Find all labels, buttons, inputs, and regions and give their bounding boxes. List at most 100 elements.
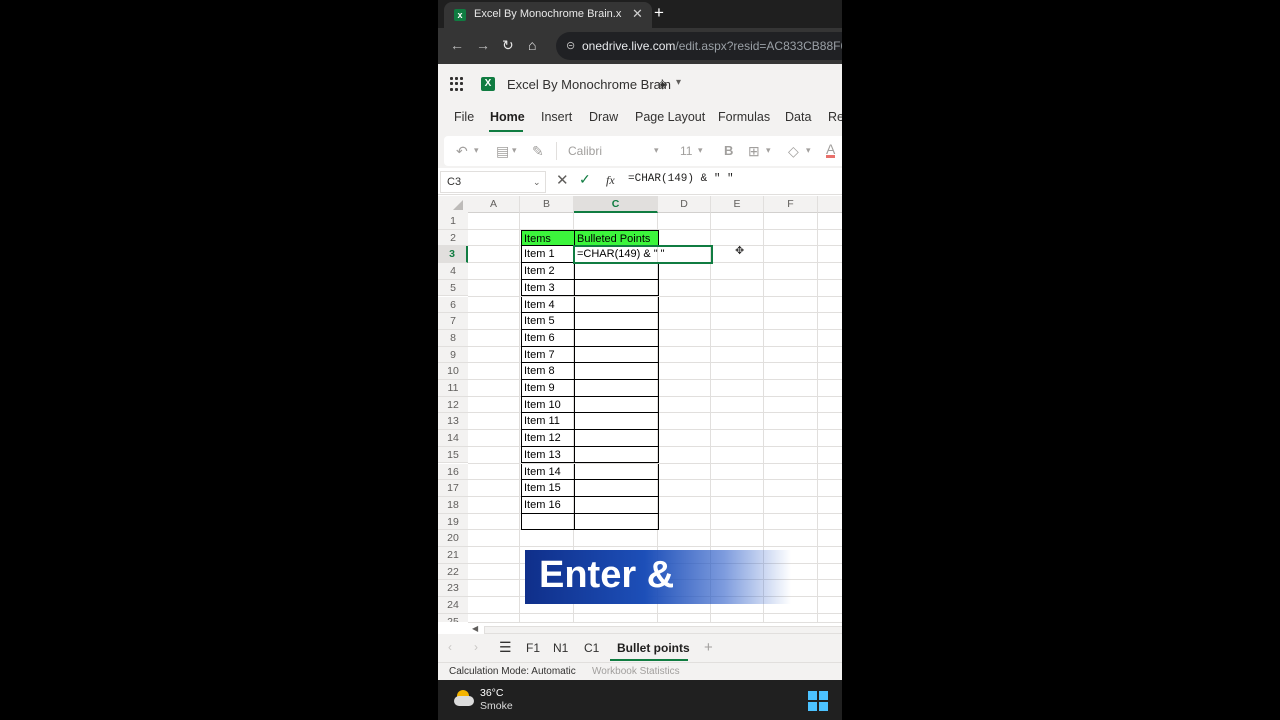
sheet-tab-n1[interactable]: N1 — [553, 641, 568, 655]
cancel-entry-icon[interactable]: ✕ — [556, 171, 569, 189]
new-tab-button[interactable]: + — [654, 3, 664, 23]
cell-c17[interactable] — [574, 480, 659, 497]
cell-c5[interactable] — [574, 279, 659, 297]
tab-review[interactable]: Re — [828, 110, 842, 124]
cell-c16[interactable] — [574, 463, 659, 481]
sheet-tab-bullet-points[interactable]: Bullet points — [617, 641, 690, 655]
column-header-c[interactable]: C — [574, 196, 658, 213]
cell-b8[interactable]: Item 6 — [521, 329, 575, 347]
close-tab-icon[interactable]: ✕ — [632, 6, 643, 22]
row-header-20[interactable]: 20 — [438, 530, 468, 547]
confirm-entry-icon[interactable]: ✓ — [579, 171, 591, 188]
tab-formulas[interactable]: Formulas — [718, 110, 770, 124]
cell-c6[interactable] — [574, 296, 659, 314]
cell-b10[interactable]: Item 8 — [521, 363, 575, 380]
bold-button[interactable]: B — [724, 143, 733, 158]
borders-chevron-icon[interactable]: ▾ — [766, 145, 771, 156]
font-color-icon[interactable]: A — [826, 142, 836, 158]
cell-b19[interactable] — [521, 513, 575, 531]
row-header-12[interactable]: 12 — [438, 396, 468, 414]
row-header-13[interactable]: 13 — [438, 413, 468, 431]
back-icon[interactable]: ← — [450, 37, 464, 53]
all-sheets-menu-icon[interactable]: ☰ — [499, 639, 512, 656]
borders-icon[interactable]: ⊞ — [748, 143, 760, 160]
cell-c14[interactable] — [574, 430, 659, 447]
sheet-tab-c1[interactable]: C1 — [584, 641, 599, 655]
cell-b14[interactable]: Item 12 — [521, 430, 575, 447]
cell-c18[interactable] — [574, 496, 659, 514]
tab-insert[interactable]: Insert — [541, 110, 572, 124]
row-header-8[interactable]: 8 — [438, 329, 468, 347]
insert-function-icon[interactable]: fx — [606, 173, 615, 188]
name-box[interactable]: C3 ⌄ — [440, 171, 546, 193]
column-header-d[interactable]: D — [658, 196, 711, 213]
cell-b17[interactable]: Item 15 — [521, 480, 575, 497]
row-header-3[interactable]: 3 — [438, 246, 468, 264]
row-header-5[interactable]: 5 — [438, 279, 468, 297]
cell-c9[interactable] — [574, 346, 659, 364]
cell-c13[interactable] — [574, 413, 659, 431]
cell-b5[interactable]: Item 3 — [521, 279, 575, 297]
cell-c2-header[interactable]: Bulleted Points — [574, 229, 659, 247]
tab-data[interactable]: Data — [785, 110, 811, 124]
font-size-chevron-icon[interactable]: ▾ — [698, 145, 703, 156]
undo-chevron-icon[interactable]: ▾ — [474, 145, 479, 156]
sheet-prev-icon[interactable]: ‹ — [448, 640, 452, 654]
cell-b9[interactable]: Item 7 — [521, 346, 575, 364]
name-box-chevron-icon[interactable]: ⌄ — [533, 177, 541, 188]
tab-home[interactable]: Home — [490, 110, 525, 124]
row-header-4[interactable]: 4 — [438, 263, 468, 280]
cell-c19[interactable] — [574, 513, 659, 531]
weather-condition[interactable]: Smoke — [480, 700, 513, 712]
site-info-icon[interactable]: ⊝ — [566, 39, 575, 52]
sheet-next-icon[interactable]: › — [474, 640, 478, 654]
column-header-b[interactable]: B — [520, 196, 574, 213]
cell-b12[interactable]: Item 10 — [521, 396, 575, 414]
scrollbar-thumb[interactable] — [484, 626, 842, 634]
cell-c10[interactable] — [574, 363, 659, 380]
row-header-7[interactable]: 7 — [438, 313, 468, 330]
weather-temperature[interactable]: 36°C — [480, 687, 503, 699]
sync-status-icon[interactable]: ◈ — [658, 77, 667, 91]
url-input[interactable]: ⊝ onedrive.live.com/edit.aspx?resid=AC83… — [556, 32, 842, 60]
browser-tab[interactable]: x Excel By Monochrome Brain.xlsx ✕ — [444, 2, 652, 28]
app-launcher-icon[interactable] — [450, 77, 464, 91]
cell-b6[interactable]: Item 4 — [521, 296, 575, 314]
cell-c12[interactable] — [574, 396, 659, 414]
cell-b13[interactable]: Item 11 — [521, 413, 575, 431]
fill-color-icon[interactable]: ◇ — [788, 143, 799, 160]
column-header-partial[interactable] — [818, 196, 842, 213]
row-header-15[interactable]: 15 — [438, 446, 468, 464]
add-sheet-button[interactable]: + — [704, 639, 713, 656]
cell-c15[interactable] — [574, 446, 659, 464]
cell-c8[interactable] — [574, 329, 659, 347]
row-header-23[interactable]: 23 — [438, 580, 468, 598]
format-painter-icon[interactable]: ✎ — [532, 143, 544, 160]
row-header-21[interactable]: 21 — [438, 547, 468, 564]
paste-chevron-icon[interactable]: ▾ — [512, 145, 517, 156]
undo-icon[interactable]: ↶ — [456, 143, 468, 160]
weather-icon[interactable] — [454, 690, 474, 706]
row-header-16[interactable]: 16 — [438, 463, 468, 481]
tab-page-layout[interactable]: Page Layout — [635, 110, 705, 124]
row-header-22[interactable]: 22 — [438, 563, 468, 581]
scroll-left-icon[interactable]: ◀ — [472, 624, 478, 633]
column-header-f[interactable]: F — [764, 196, 818, 213]
row-header-11[interactable]: 11 — [438, 380, 468, 397]
home-icon[interactable]: ⌂ — [528, 37, 536, 53]
column-header-a[interactable]: A — [468, 196, 520, 213]
reload-icon[interactable]: ↻ — [502, 37, 514, 54]
active-cell-c3[interactable] — [573, 245, 713, 265]
row-header-25[interactable]: 25 — [438, 613, 468, 622]
cell-c7[interactable] — [574, 313, 659, 330]
select-all-corner[interactable] — [438, 196, 468, 213]
cell-c4[interactable] — [574, 263, 659, 280]
row-header-9[interactable]: 9 — [438, 346, 468, 364]
formula-input[interactable]: =CHAR(149) & " " — [628, 173, 734, 185]
row-header-1[interactable]: 1 — [438, 213, 468, 230]
paste-icon[interactable]: ▤ — [496, 143, 509, 160]
row-header-10[interactable]: 10 — [438, 363, 468, 380]
row-header-2[interactable]: 2 — [438, 229, 468, 247]
fill-color-chevron-icon[interactable]: ▾ — [806, 145, 811, 156]
cell-b16[interactable]: Item 14 — [521, 463, 575, 481]
